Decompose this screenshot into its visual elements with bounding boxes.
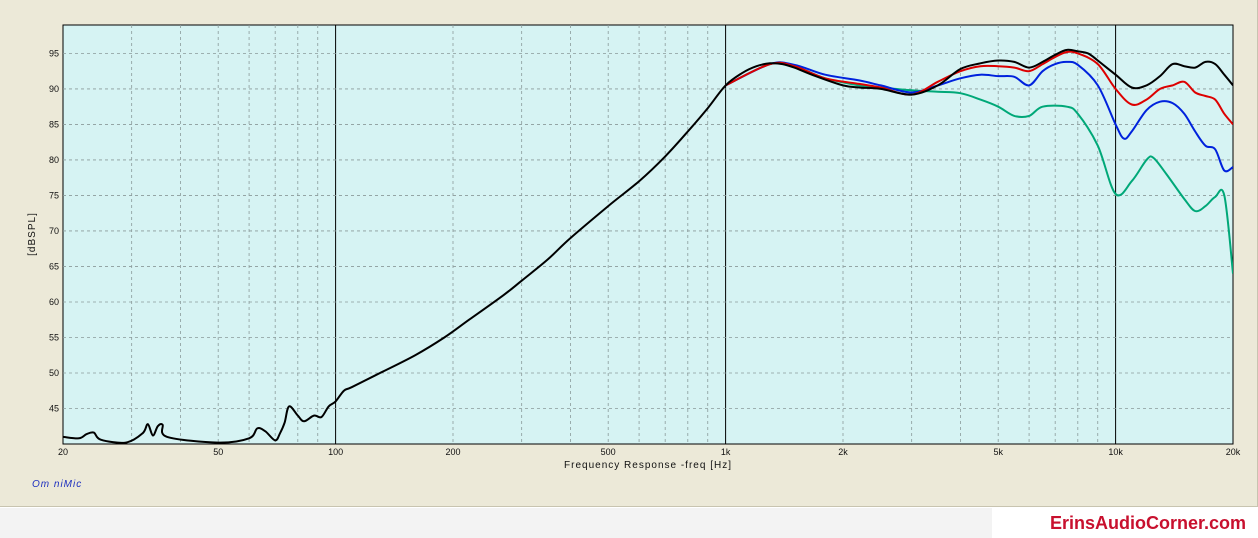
bottom-strip	[0, 508, 992, 538]
y-tick-label: 70	[49, 226, 59, 236]
y-tick-labels: 45 50 55 60 65 70 75 80 85 90 95	[49, 48, 59, 413]
y-axis-label: [dBSPL]	[27, 212, 38, 256]
frequency-response-chart: 45 50 55 60 65 70 75 80 85 90 95 20 50 100 200 500 1k 2k…	[27, 24, 1241, 471]
x-tick-label: 500	[601, 447, 616, 457]
y-tick-label: 65	[49, 261, 59, 271]
watermark-text: ErinsAudioCorner.com	[1049, 513, 1246, 533]
y-tick-label: 75	[49, 190, 59, 200]
software-name: Om niMic	[32, 479, 83, 490]
x-tick-label: 1k	[721, 447, 731, 457]
x-tick-label: 20	[58, 447, 68, 457]
y-tick-label: 45	[49, 403, 59, 413]
y-tick-label: 55	[49, 332, 59, 342]
y-tick-label: 80	[49, 155, 59, 165]
y-tick-label: 85	[49, 119, 59, 129]
y-tick-label: 90	[49, 84, 59, 94]
y-tick-label: 60	[49, 297, 59, 307]
y-tick-label: 95	[49, 48, 59, 58]
x-tick-label: 2k	[838, 447, 848, 457]
x-tick-label: 20k	[1226, 447, 1241, 457]
plot-area	[62, 24, 1234, 445]
x-tick-label: 100	[328, 447, 343, 457]
x-tick-label: 10k	[1108, 447, 1123, 457]
x-axis-label: Frequency Response -freq [Hz]	[564, 460, 732, 471]
x-tick-label: 200	[445, 447, 460, 457]
watermark: ErinsAudioCorner.com	[992, 509, 1258, 538]
x-tick-labels: 20 50 100 200 500 1k 2k 5k 10k 20k	[58, 447, 1241, 457]
x-tick-label: 50	[213, 447, 223, 457]
x-tick-label: 5k	[993, 447, 1003, 457]
y-tick-label: 50	[49, 368, 59, 378]
